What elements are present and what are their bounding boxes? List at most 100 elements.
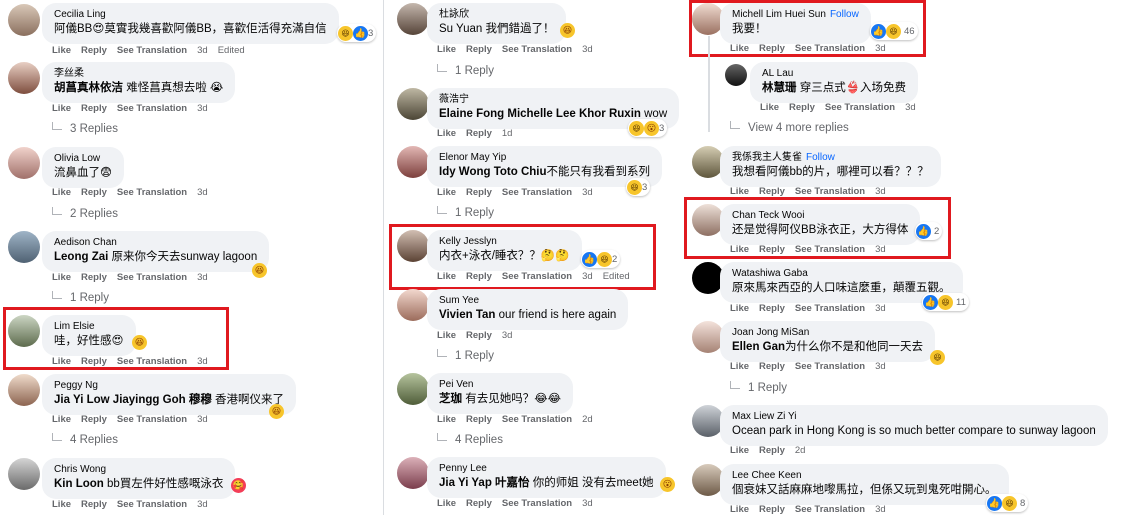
timestamp[interactable]: 3d [875,504,886,515]
view-replies-link[interactable]: 2 Replies [52,207,118,222]
timestamp[interactable]: 3d [197,45,208,56]
like-button[interactable]: Like [730,504,749,515]
tagged-users[interactable]: Kin Loon [54,478,104,490]
commenter-name[interactable]: Sum Yee [439,294,616,307]
like-button[interactable]: Like [760,102,779,113]
see-translation-button[interactable]: See Translation [117,414,187,425]
commenter-name[interactable]: Olivia Low [54,152,112,165]
wow-reaction-icon[interactable]: 😮 [660,477,675,492]
avatar[interactable] [397,88,429,120]
reply-button[interactable]: Reply [759,186,785,197]
like-button[interactable]: Like [730,361,749,372]
commenter-name[interactable]: Aedison Chan [54,236,257,249]
view-replies-link[interactable]: 4 Replies [52,433,118,448]
reply-button[interactable]: Reply [81,45,107,56]
commenter-name[interactable]: 李丝柔 [54,67,223,80]
commenter-name[interactable]: Elenor May Yip [439,151,650,164]
reply-button[interactable]: Reply [759,445,785,456]
like-button[interactable]: Like [437,414,456,425]
timestamp[interactable]: 3d [582,498,593,509]
reaction-count[interactable]: 😆 3 [626,178,651,196]
timestamp[interactable]: 3d [905,102,916,113]
haha-reaction-icon[interactable]: 😆 [930,350,945,365]
commenter-name[interactable]: 我係我主人隻雀 [732,152,802,163]
tagged-users[interactable]: Leong Zai [54,251,108,263]
avatar[interactable] [8,374,40,406]
reply-button[interactable]: Reply [466,187,492,198]
reply-button[interactable]: Reply [81,103,107,114]
reply-button[interactable]: Reply [759,504,785,515]
timestamp[interactable]: 3d [197,103,208,114]
like-button[interactable]: Like [437,187,456,198]
timestamp[interactable]: 3d [875,361,886,372]
commenter-name[interactable]: 薇浩宁 [439,93,667,106]
commenter-name[interactable]: Peggy Ng [54,379,284,392]
like-button[interactable]: Like [52,45,71,56]
like-button[interactable]: Like [437,498,456,509]
tagged-users[interactable]: Vivien Tan [439,309,495,321]
see-translation-button[interactable]: See Translation [117,103,187,114]
commenter-name[interactable]: Lee Chee Keen [732,469,997,482]
see-translation-button[interactable]: See Translation [502,498,572,509]
commenter-name[interactable]: Penny Lee [439,462,654,475]
timestamp[interactable]: 1d [502,128,513,139]
like-button[interactable]: Like [52,414,71,425]
like-button[interactable]: Like [437,330,456,341]
see-translation-button[interactable]: See Translation [117,499,187,510]
care-reaction-icon[interactable]: 🥰 [231,478,246,493]
see-translation-button[interactable]: See Translation [825,102,895,113]
commenter-name[interactable]: Chris Wong [54,463,223,476]
tagged-users[interactable]: Ellen Gan [732,341,785,353]
see-translation-button[interactable]: See Translation [795,504,865,515]
avatar[interactable] [725,64,747,86]
see-translation-button[interactable]: See Translation [502,414,572,425]
follow-button[interactable]: Follow [806,152,835,163]
reply-button[interactable]: Reply [81,499,107,510]
view-replies-link[interactable]: 1 Reply [437,349,494,364]
avatar[interactable] [8,231,40,263]
reply-button[interactable]: Reply [466,414,492,425]
reply-button[interactable]: Reply [81,187,107,198]
see-translation-button[interactable]: See Translation [502,44,572,55]
reply-button[interactable]: Reply [466,128,492,139]
reaction-count[interactable]: 😆 👍 3 [337,24,377,42]
timestamp[interactable]: 3d [582,187,593,198]
timestamp[interactable]: 3d [875,186,886,197]
timestamp[interactable]: 3d [197,187,208,198]
like-button[interactable]: Like [52,272,71,283]
reply-button[interactable]: Reply [759,361,785,372]
view-replies-link[interactable]: 1 Reply [437,206,494,221]
tagged-users[interactable]: 芝珈 [439,393,462,405]
see-translation-button[interactable]: See Translation [502,187,572,198]
avatar[interactable] [397,457,429,489]
like-button[interactable]: Like [52,499,71,510]
timestamp[interactable]: 3d [197,499,208,510]
avatar[interactable] [8,62,40,94]
like-button[interactable]: Like [52,187,71,198]
reply-button[interactable]: Reply [759,303,785,314]
view-replies-link[interactable]: 1 Reply [730,381,787,396]
reply-button[interactable]: Reply [789,102,815,113]
timestamp[interactable]: 3d [875,303,886,314]
avatar[interactable] [397,289,429,321]
like-button[interactable]: Like [437,128,456,139]
reaction-count[interactable]: 👍 😆 8 [986,494,1029,512]
timestamp[interactable]: 3d [197,272,208,283]
see-translation-button[interactable]: See Translation [795,361,865,372]
timestamp[interactable]: 3d [582,44,593,55]
commenter-name[interactable]: AL Lau [762,67,906,80]
commenter-name[interactable]: Cecilia Ling [54,8,327,21]
timestamp[interactable]: 3d [502,330,513,341]
reply-button[interactable]: Reply [81,272,107,283]
like-button[interactable]: Like [730,303,749,314]
haha-reaction-icon[interactable]: 😆 [252,263,267,278]
timestamp[interactable]: 3d [197,414,208,425]
haha-reaction-icon[interactable]: 😆 [269,404,284,419]
commenter-name[interactable]: 杜詠欣 [439,8,554,21]
timestamp[interactable]: 2d [582,414,593,425]
view-replies-link[interactable]: 1 Reply [52,291,109,306]
view-replies-link[interactable]: 4 Replies [437,433,503,448]
see-translation-button[interactable]: See Translation [795,186,865,197]
tagged-users[interactable]: 林慧珊 [762,82,797,94]
commenter-name[interactable]: Pei Ven [439,378,561,391]
